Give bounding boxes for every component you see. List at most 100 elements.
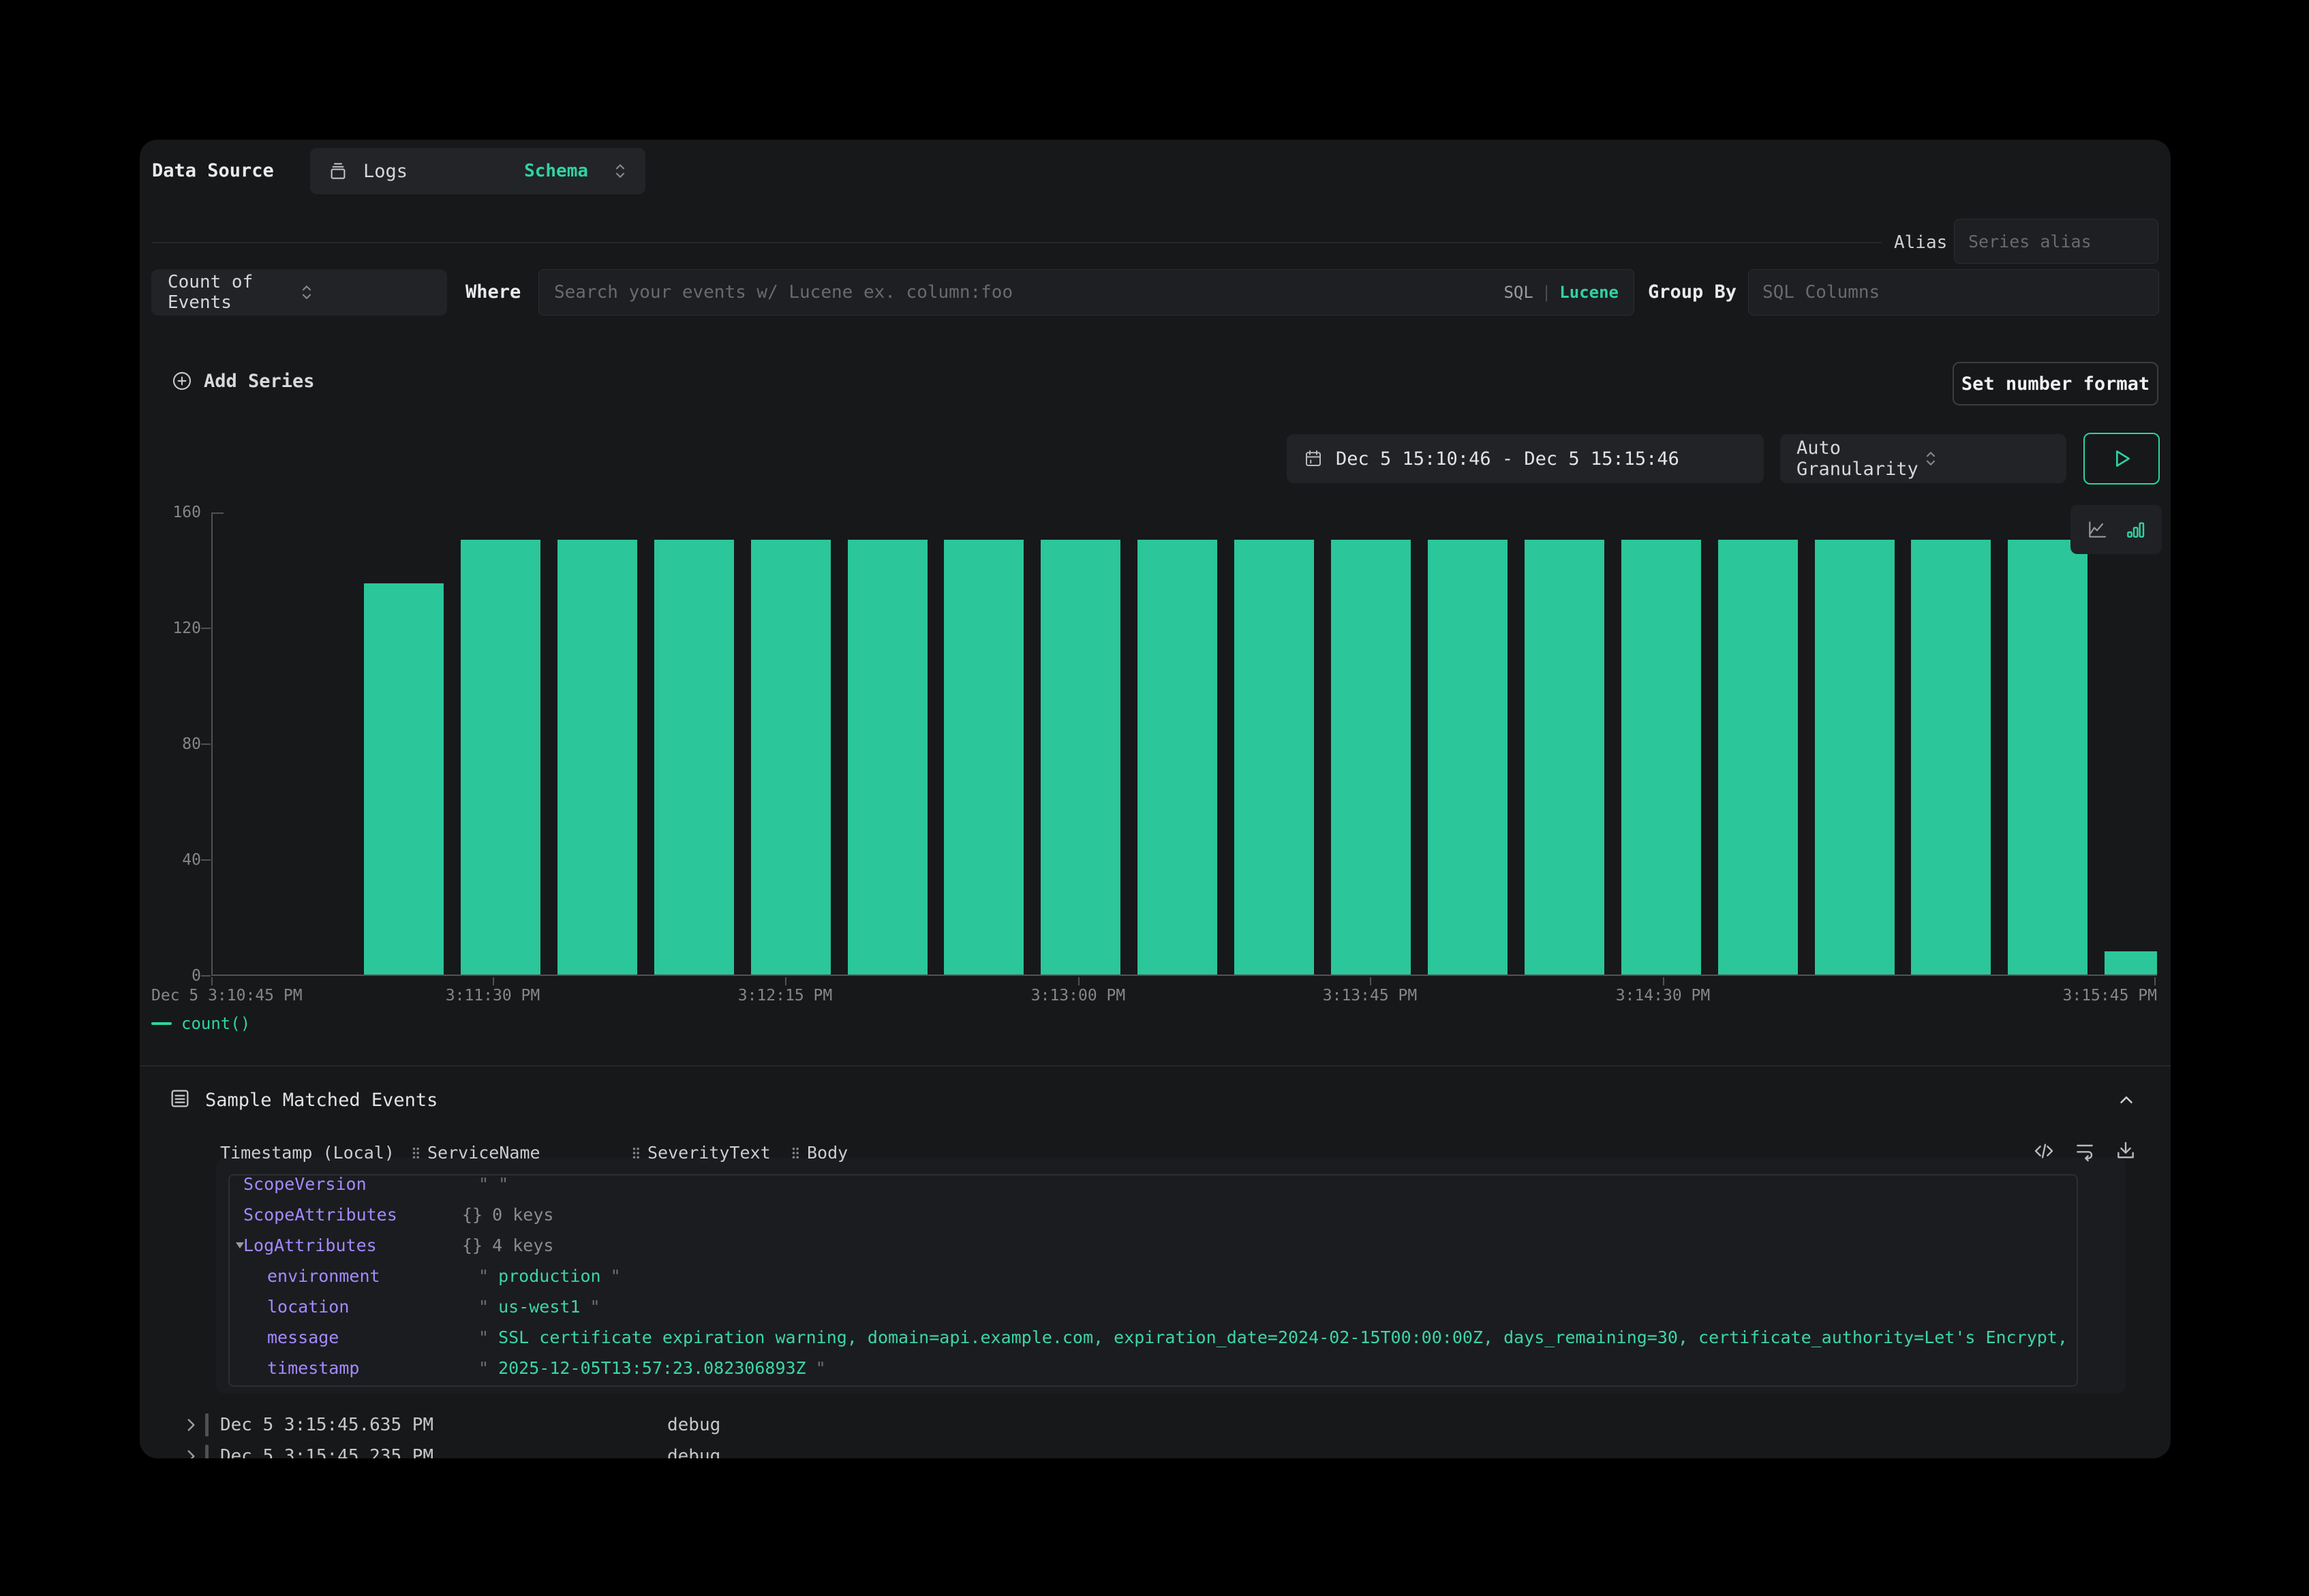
drag-handle-icon[interactable] [791,1146,800,1160]
column-header-severitytext[interactable]: SeverityText [631,1143,771,1163]
data-source-value: Logs [363,161,509,182]
detail-row[interactable]: location us-west1 [230,1291,2077,1322]
chevron-updown-icon [299,282,431,303]
detail-row[interactable]: environment production [230,1261,2077,1291]
event-severity: debug [667,1415,720,1435]
granularity-select[interactable]: Auto Granularity [1780,434,2066,483]
chart-plot [211,512,2157,976]
line-chart-icon[interactable] [2086,519,2108,540]
alias-input[interactable] [1954,219,2158,264]
group-by-input[interactable] [1762,282,2145,303]
y-tick-mark [201,859,211,861]
chart-bar [1525,540,1604,975]
sample-matched-events-title: Sample Matched Events [205,1090,438,1111]
column-header-timestamp[interactable]: Timestamp (Local) [220,1143,395,1163]
play-icon [2111,448,2132,470]
chart-bar [1911,540,1991,975]
chart-bar [364,583,444,975]
legend-swatch [151,1022,172,1025]
chevron-right-icon[interactable] [182,1447,200,1458]
chart-bar [2105,951,2157,975]
schema-link[interactable]: Schema [524,161,588,181]
chart-bar [1137,540,1217,975]
severity-bar [205,1413,209,1437]
drag-handle-icon[interactable] [631,1146,641,1160]
x-tick-mark [493,977,494,985]
detail-row[interactable]: timestamp 2025-12-05T13:57:23.082306893Z [230,1353,2077,1383]
y-axis-tick: 80 [153,735,201,753]
detail-row[interactable]: ScopeAttributes {}0 keys [230,1199,2077,1230]
search-box: SQL | Lucene [538,269,1634,316]
x-axis-label: 3:13:45 PM [1323,987,1417,1004]
divider [152,242,1882,243]
x-axis-label: 3:15:45 PM [2063,987,2157,1004]
calendar-icon [1303,448,1324,469]
chart-legend: count() [151,1014,250,1033]
event-row[interactable]: Dec 5 3:15:45.635 PM debug [140,1409,2171,1441]
text-wrap-icon[interactable] [2074,1140,2096,1162]
time-range-picker[interactable]: Dec 5 15:10:46 - Dec 5 15:15:46 [1287,434,1764,483]
run-query-button[interactable] [2083,433,2160,485]
divider [140,1065,2171,1066]
detail-row[interactable]: LogAttributes {}4 keys [230,1230,2077,1261]
chart-bar [1621,540,1701,975]
event-detail-panel: ScopeVersion ScopeAttributes {}0 keys Lo… [228,1174,2078,1387]
x-axis-label: 3:12:15 PM [738,987,832,1004]
sql-toggle[interactable]: SQL [1503,283,1533,302]
bar-chart-icon[interactable] [2124,519,2146,540]
chart-bar [1815,540,1895,975]
aggregate-value: Count of Events [168,272,299,313]
x-tick-mark [211,977,213,985]
y-tick-mark [201,743,211,745]
chart-bar [944,540,1024,975]
x-axis-label: Dec 5 3:10:45 PM [151,987,303,1004]
y-tick-mark [201,628,211,629]
drag-handle-icon[interactable] [411,1146,420,1160]
set-number-format-button[interactable]: Set number format [1953,362,2158,405]
table-actions [2033,1140,2137,1162]
time-range-value: Dec 5 15:10:46 - Dec 5 15:15:46 [1336,448,1679,470]
x-axis-label: 3:11:30 PM [446,987,540,1004]
search-input[interactable] [554,282,1503,303]
chevron-right-icon[interactable] [182,1416,200,1434]
chevron-updown-icon [613,161,628,181]
x-tick-mark [2154,977,2156,985]
event-timestamp: Dec 5 3:15:45.635 PM [220,1415,433,1435]
chart-bar [1718,540,1798,975]
group-by-box [1748,269,2159,316]
chart-bar [2008,540,2088,975]
query-builder-panel: Data Source Logs Schema Alias Count of E… [140,140,2171,1458]
lucene-toggle[interactable]: Lucene [1559,283,1619,302]
detail-row[interactable]: ScopeVersion [230,1174,2077,1199]
code-icon[interactable] [2033,1140,2055,1162]
y-axis-tick: 40 [153,851,201,869]
x-tick-mark [1370,977,1371,985]
collapse-chevron-icon[interactable] [2116,1090,2137,1110]
chart-bar [848,540,928,975]
toggle-separator: | [1542,283,1551,302]
event-row[interactable]: Dec 5 3:15:45.235 PM debug [140,1441,2171,1458]
chart-bar [1041,540,1120,975]
column-header-servicename[interactable]: ServiceName [411,1143,540,1163]
granularity-value: Auto Granularity [1796,438,1923,480]
x-tick-mark [785,977,786,985]
data-source-select[interactable]: Logs Schema [310,148,645,194]
add-series-button[interactable]: Add Series [171,370,315,392]
y-tick-mark [201,975,211,977]
y-axis-tick: 0 [153,967,201,985]
x-tick-mark [1078,977,1080,985]
chart-bar [557,540,637,975]
list-icon [168,1087,192,1110]
y-axis-tick: 120 [153,619,201,637]
logs-icon [328,161,348,181]
chart-bar [1428,540,1508,975]
download-icon[interactable] [2115,1140,2137,1162]
detail-row[interactable]: message SSL certificate expiration warni… [230,1322,2077,1353]
x-tick-mark [1663,977,1664,985]
y-axis-tick: 160 [153,504,201,521]
chart-bar [461,540,540,975]
column-header-body[interactable]: Body [791,1143,848,1163]
aggregate-select[interactable]: Count of Events [151,269,447,316]
chevron-updown-icon [1923,448,2050,469]
data-source-label: Data Source [152,160,274,181]
